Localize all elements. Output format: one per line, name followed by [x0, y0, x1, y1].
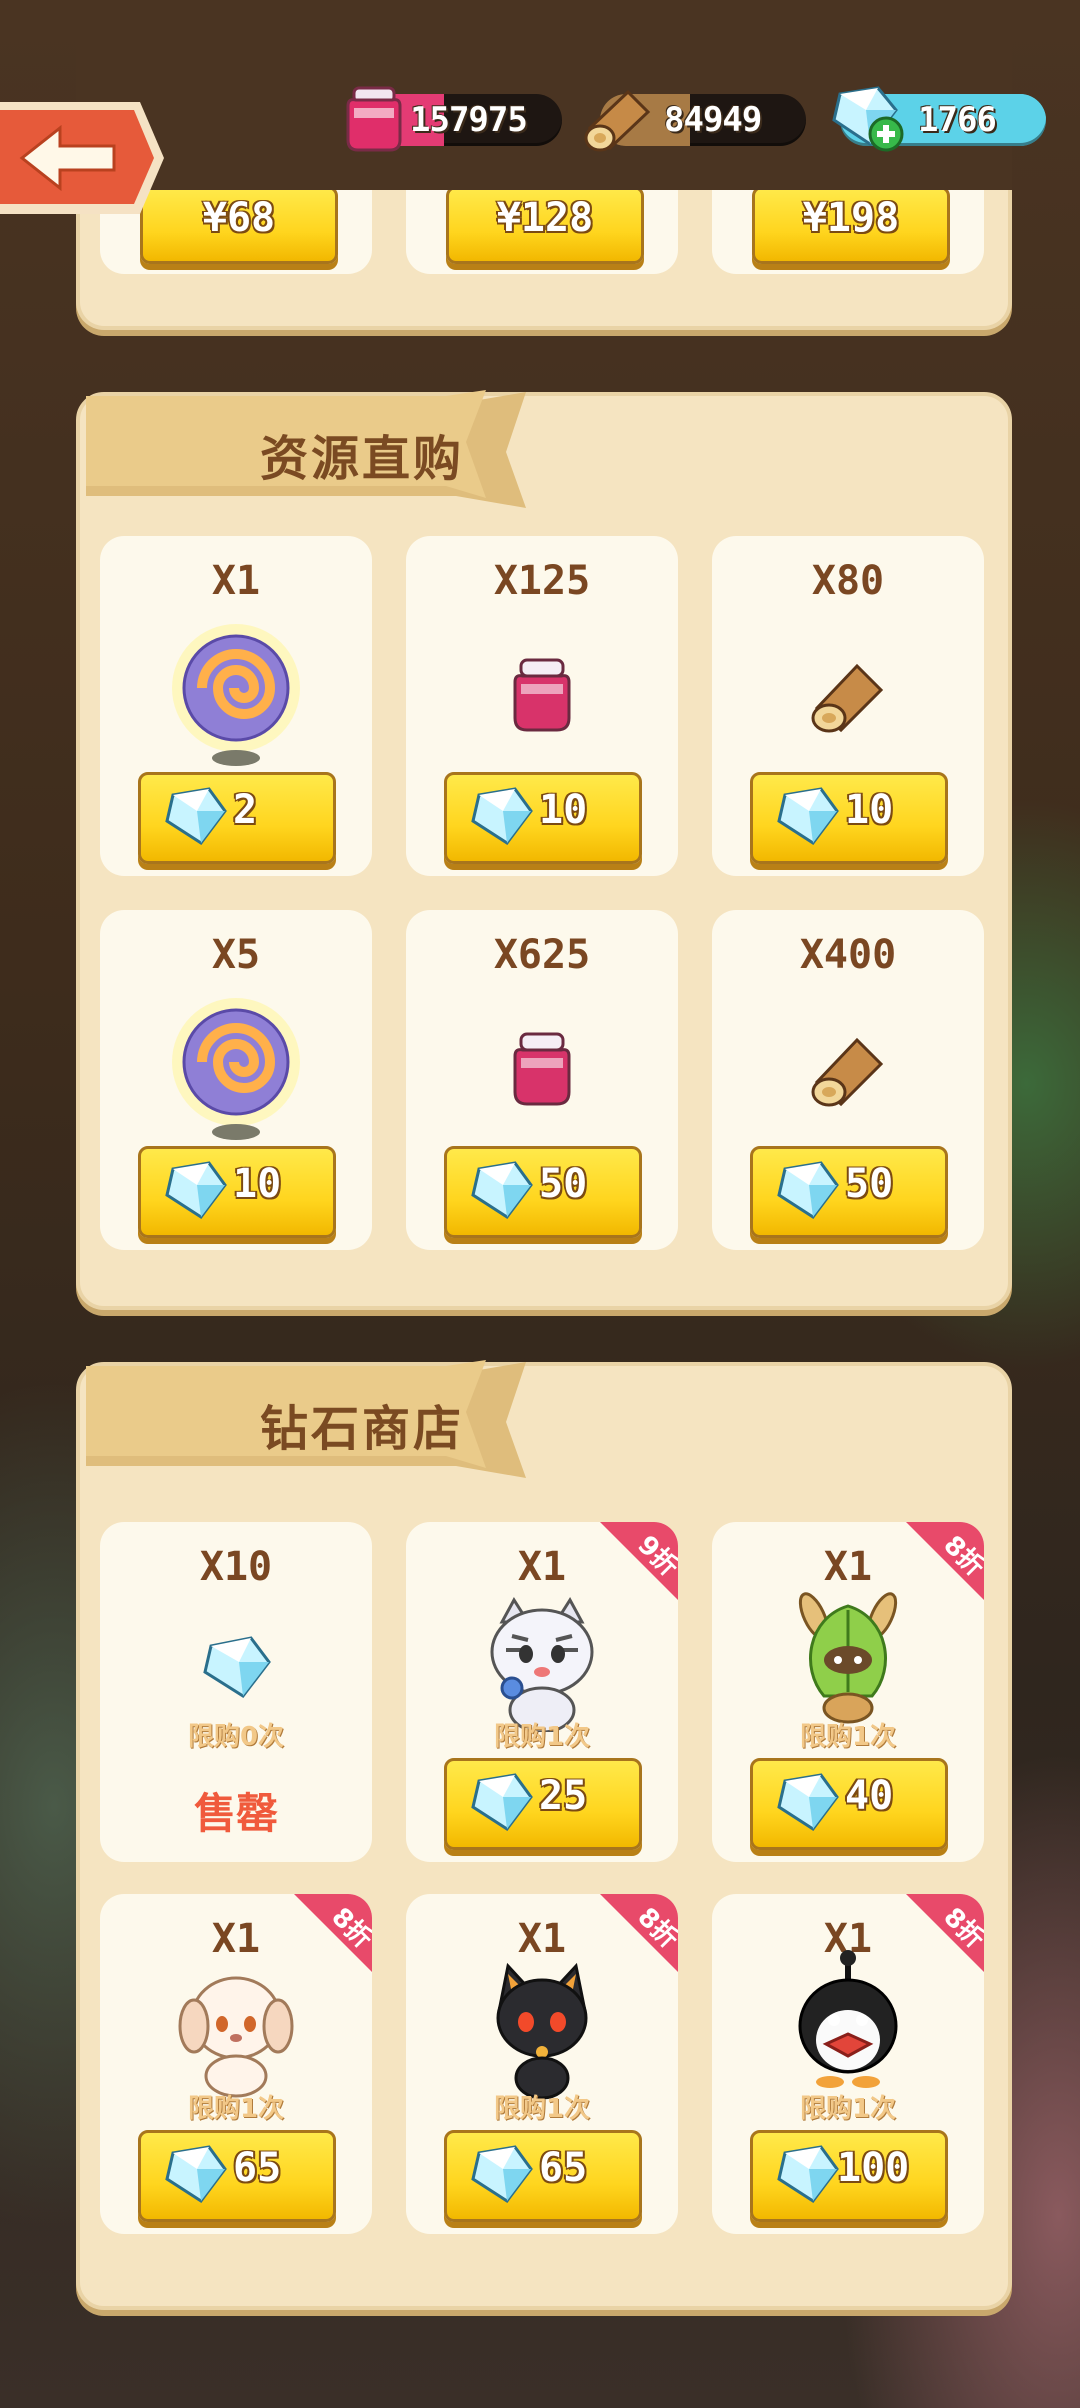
shop-item-card[interactable]: X125 10	[406, 536, 678, 876]
price-label: 40	[845, 1773, 894, 1819]
shop-item-card[interactable]: X400 50	[712, 910, 984, 1250]
buy-button[interactable]: 10	[444, 772, 642, 864]
purchase-limit: 限购1次	[493, 2094, 591, 2124]
price-label: 10	[845, 787, 894, 833]
diamond-icon	[777, 1161, 839, 1220]
diamond-icon	[777, 787, 839, 846]
diamond-icon	[471, 2145, 533, 2204]
item-quantity: X10	[199, 1544, 273, 1590]
price-label: 10	[539, 787, 588, 833]
shop-item-card: X10 限购0次 售罄	[100, 1522, 372, 1862]
purchase-limit: 限购1次	[187, 2094, 285, 2124]
price-label: 65	[233, 2145, 282, 2191]
shop-item-card[interactable]: X1 限购1次 100 8折	[712, 1894, 984, 2234]
discount-ribbon: 8折	[906, 1894, 984, 1972]
add-diamond-icon[interactable]	[868, 116, 904, 152]
buy-button[interactable]: 50	[444, 1146, 642, 1238]
sold-out-label: 售罄	[193, 1789, 278, 1838]
shop-item-card[interactable]: X1 2	[100, 536, 372, 876]
purchase-limit: 限购1次	[799, 1722, 897, 1752]
discount-ribbon: 8折	[906, 1522, 984, 1600]
diamond-icon	[165, 1161, 227, 1220]
shop-item-card[interactable]: X1 限购1次 65 8折	[100, 1894, 372, 2234]
diamond-icon	[777, 1773, 839, 1832]
diamond-icon	[471, 1773, 533, 1832]
diamond-shop-panel: 钻石商店 X10 限购0次 售罄 X1 限购1次 25 9折 X1 限购1次 4…	[76, 1360, 1012, 2310]
price-label: 50	[539, 1161, 588, 1207]
diamond-icon	[471, 787, 533, 846]
diamond-count: 1766	[918, 100, 997, 140]
section-title: 资源直购	[260, 431, 465, 487]
purchase-limit: 限购0次	[187, 1722, 285, 1752]
item-quantity: X80	[811, 558, 885, 604]
item-quantity: X5	[211, 932, 261, 978]
wood-count: 84949	[664, 100, 762, 140]
discount-ribbon: 8折	[600, 1894, 678, 1972]
buy-button[interactable]: 25	[444, 1758, 642, 1850]
back-arrow-icon[interactable]	[0, 98, 168, 218]
buy-button[interactable]: 65	[444, 2130, 642, 2222]
buy-button[interactable]: 2	[138, 772, 336, 864]
purchase-limit: 限购1次	[493, 1722, 591, 1752]
potion-jar-icon	[513, 1032, 571, 1106]
buy-button[interactable]: 10	[138, 1146, 336, 1238]
price-label: 100	[837, 2145, 910, 2191]
diamond-icon	[777, 2145, 839, 2204]
diamond-icon	[165, 2145, 227, 2204]
price-label: 50	[845, 1161, 894, 1207]
swirl-orb-icon	[172, 998, 300, 1140]
shop-item-card[interactable]: X1 限购1次 25 9折	[406, 1522, 678, 1862]
price-label: ¥68	[202, 195, 276, 241]
wood-log-icon	[811, 663, 884, 733]
discount-ribbon: 9折	[600, 1522, 678, 1600]
shop-item-card[interactable]: X1 限购1次 65 8折	[406, 1894, 678, 2234]
item-quantity: X125	[493, 558, 591, 604]
price-label: ¥198	[802, 195, 900, 241]
wood-log-icon	[811, 1037, 884, 1107]
buy-button[interactable]: 10	[750, 772, 948, 864]
shop-item-card[interactable]: X5 10	[100, 910, 372, 1250]
diamond-icon	[203, 1636, 271, 1699]
shop-item-card[interactable]: X80 10	[712, 536, 984, 876]
purchase-limit: 限购1次	[799, 2094, 897, 2124]
section-title: 钻石商店	[260, 1401, 465, 1457]
buy-button[interactable]: 40	[750, 1758, 948, 1850]
swirl-orb-icon	[172, 624, 300, 766]
item-quantity: X1	[211, 558, 261, 604]
buy-button[interactable]: 100	[750, 2130, 948, 2222]
discount-ribbon: 8折	[294, 1894, 372, 1972]
resource-purchase-panel: 资源直购 X1 2 X125 10 X80 10 X5 10 X625 50 X…	[76, 390, 1012, 1310]
wood-log-icon	[584, 89, 651, 152]
price-label: 25	[539, 1773, 588, 1819]
price-label: ¥128	[496, 195, 594, 241]
top-bar-overlay: 157975 84949 1766	[0, 0, 1080, 214]
buy-button[interactable]: 65	[138, 2130, 336, 2222]
diamond-icon	[165, 787, 227, 846]
potion-jar-icon	[346, 86, 402, 152]
potion-jar-icon	[513, 658, 571, 732]
price-label: 65	[539, 2145, 588, 2191]
item-quantity: X625	[493, 932, 591, 978]
diamond-icon	[471, 1161, 533, 1220]
buy-button[interactable]: 50	[750, 1146, 948, 1238]
shop-item-card[interactable]: X625 50	[406, 910, 678, 1250]
shop-item-card[interactable]: X1 限购1次 40 8折	[712, 1522, 984, 1862]
price-label: 10	[233, 1161, 282, 1207]
potion-count: 157975	[410, 100, 528, 140]
price-label: 2	[233, 787, 258, 833]
item-quantity: X400	[799, 932, 897, 978]
